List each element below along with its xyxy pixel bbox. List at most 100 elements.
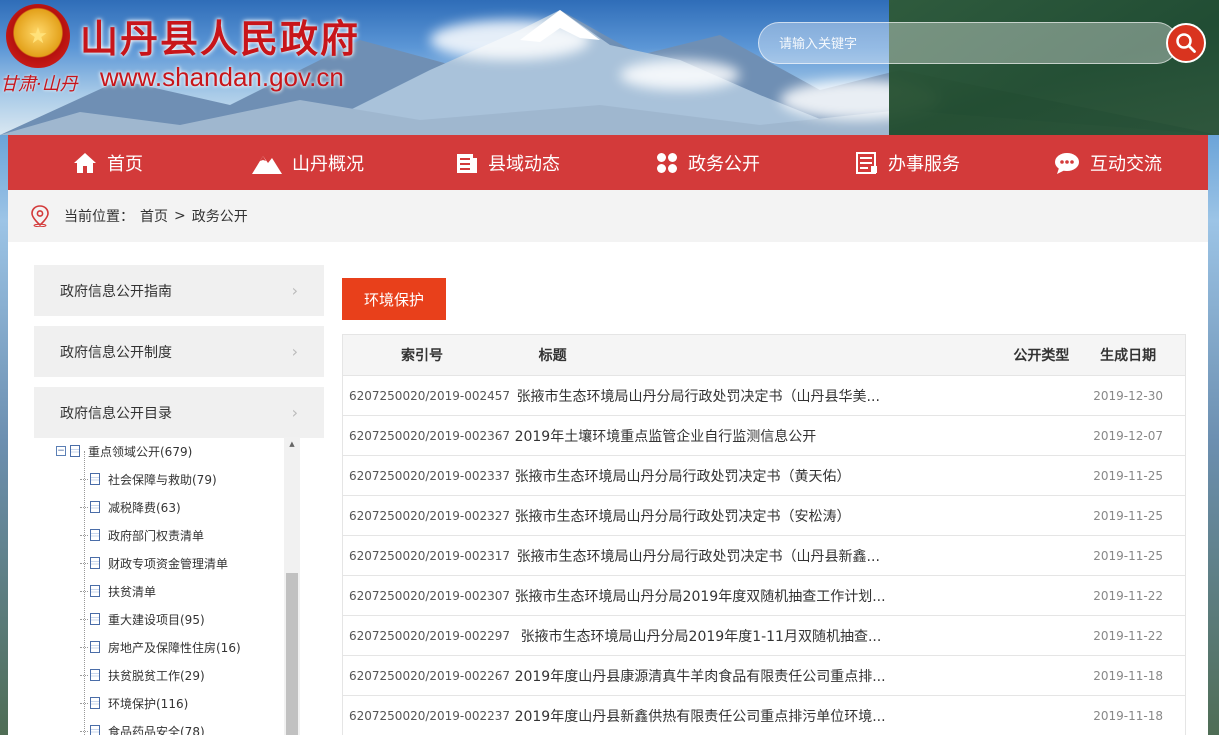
tree-node-label: 政府部门权责清单 xyxy=(108,528,205,543)
nav-county-news[interactable]: 县域动态 xyxy=(408,135,608,190)
sidebar-item-label: 政府信息公开制度 xyxy=(60,344,172,361)
row-title-link[interactable]: 张掖市生态环境局山丹分局行政处罚决定书（山丹县新鑫... xyxy=(513,546,932,566)
breadcrumb-home[interactable]: 首页 xyxy=(140,206,168,226)
sidebar-item-system[interactable]: 政府信息公开制度 › xyxy=(34,326,324,377)
tree-scrollbar[interactable]: ▲ xyxy=(284,437,300,735)
row-index: 6207250020/2019-002367 xyxy=(349,428,511,443)
site-url[interactable]: www.shandan.gov.cn xyxy=(100,62,344,93)
col-header-date: 生成日期 xyxy=(1100,348,1157,364)
row-title-link[interactable]: 2019年度山丹县康源清真牛羊肉食品有限责任公司重点排... xyxy=(513,666,932,686)
tree-node-label: 食品药品安全(78) xyxy=(108,724,205,735)
table-row[interactable]: 6207250020/2019-002297 张掖市生态环境局山丹分局2019年… xyxy=(343,615,1185,655)
location-pin-icon xyxy=(31,205,49,227)
chevron-right-icon: › xyxy=(291,342,298,361)
breadcrumb-current[interactable]: 政务公开 xyxy=(192,206,248,226)
row-title-link[interactable]: 张掖市生态环境局山丹分局2019年度1-11月双随机抽查... xyxy=(513,626,932,646)
sidebar-item-guide[interactable]: 政府信息公开指南 › xyxy=(34,265,324,316)
nav-services[interactable]: 办事服务 xyxy=(808,135,1008,190)
breadcrumb: 当前位置： 首页 > 政务公开 xyxy=(8,190,1208,242)
row-index: 6207250020/2019-002457 xyxy=(349,388,511,403)
sidebar-item-catalog[interactable]: 政府信息公开目录 › xyxy=(34,387,324,438)
nav-overview[interactable]: 山丹概况 xyxy=(208,135,408,190)
row-title-link[interactable]: 张掖市生态环境局山丹分局行政处罚决定书（山丹县华美... xyxy=(513,386,932,406)
table-row[interactable]: 6207250020/2019-002307 张掖市生态环境局山丹分局2019年… xyxy=(343,575,1185,615)
col-header-title: 标题 xyxy=(538,348,567,364)
document-table: 索引号 标题 公开类型 生成日期 6207250020/2019-002457 … xyxy=(342,334,1186,735)
tree-node[interactable]: 减税降费(63) xyxy=(34,493,300,521)
doc-icon xyxy=(90,613,100,625)
main-nav: 首页 山丹概况 县域动态 政务公开 办事服务 互动交流 xyxy=(8,135,1208,190)
row-date: 2019-11-25 xyxy=(1093,548,1164,563)
scroll-thumb[interactable] xyxy=(286,573,298,735)
tree-node-label: 扶贫脱贫工作(29) xyxy=(108,668,205,683)
home-icon xyxy=(74,152,96,173)
nav-label: 首页 xyxy=(107,153,143,175)
chevron-right-icon: › xyxy=(291,281,298,300)
table-row[interactable]: 6207250020/2019-002267 2019年度山丹县康源清真牛羊肉食… xyxy=(343,655,1185,695)
forest-backdrop xyxy=(889,0,1219,135)
doc-icon xyxy=(90,641,100,653)
col-header-index: 索引号 xyxy=(401,348,443,364)
main-container: 首页 山丹概况 县域动态 政务公开 办事服务 互动交流 当前位置： 首页 > 政… xyxy=(8,135,1208,735)
tree-guide-line xyxy=(84,451,85,735)
row-title-link[interactable]: 张掖市生态环境局山丹分局行政处罚决定书（安松涛） xyxy=(513,506,932,526)
breadcrumb-prefix: 当前位置： xyxy=(64,209,134,225)
news-icon xyxy=(457,153,477,173)
sidebar-item-label: 政府信息公开指南 xyxy=(60,283,172,300)
table-row[interactable]: 6207250020/2019-002337 张掖市生态环境局山丹分局行政处罚决… xyxy=(343,455,1185,495)
table-row[interactable]: 6207250020/2019-002237 2019年度山丹县新鑫供热有限责任… xyxy=(343,695,1185,735)
tree-node-label: 环境保护(116) xyxy=(108,696,189,711)
row-date: 2019-11-22 xyxy=(1093,588,1164,603)
row-index: 6207250020/2019-002337 xyxy=(349,468,511,483)
nav-gov-affairs[interactable]: 政务公开 xyxy=(608,135,808,190)
tree-node[interactable]: 财政专项资金管理清单 xyxy=(34,549,300,577)
tree-node[interactable]: 扶贫脱贫工作(29) xyxy=(34,661,300,689)
row-index: 6207250020/2019-002317 xyxy=(349,548,511,563)
table-row[interactable]: 6207250020/2019-002327 张掖市生态环境局山丹分局行政处罚决… xyxy=(343,495,1185,535)
row-title-link[interactable]: 2019年度山丹县新鑫供热有限责任公司重点排污单位环境... xyxy=(513,706,932,726)
row-title-link[interactable]: 2019年土壤环境重点监管企业自行监测信息公开 xyxy=(513,426,932,446)
header-banner: ★ 山丹县人民政府 甘肃·山丹 www.shandan.gov.cn xyxy=(0,0,1219,135)
site-slogan: 甘肃·山丹 xyxy=(0,74,78,95)
tree-node[interactable]: 房地产及保障性住房(16) xyxy=(34,633,300,661)
category-button[interactable]: 环境保护 xyxy=(342,278,446,320)
nav-label: 政务公开 xyxy=(688,153,760,175)
grid-icon xyxy=(657,152,677,173)
row-index: 6207250020/2019-002297 xyxy=(349,628,511,643)
table-row[interactable]: 6207250020/2019-002457 张掖市生态环境局山丹分局行政处罚决… xyxy=(343,375,1185,415)
row-date: 2019-11-25 xyxy=(1093,468,1164,483)
doc-icon xyxy=(90,669,100,681)
col-header-type: 公开类型 xyxy=(1013,348,1070,364)
tree-node[interactable]: 环境保护(116) xyxy=(34,689,300,717)
row-date: 2019-11-25 xyxy=(1093,508,1164,523)
table-row[interactable]: 6207250020/2019-002317 张掖市生态环境局山丹分局行政处罚决… xyxy=(343,535,1185,575)
tree-node[interactable]: 食品药品安全(78) xyxy=(34,717,300,735)
tree-node-label: 减税降费(63) xyxy=(108,500,181,515)
search-input[interactable] xyxy=(779,33,1159,55)
row-index: 6207250020/2019-002327 xyxy=(349,508,511,523)
row-title-link[interactable]: 张掖市生态环境局山丹分局2019年度双随机抽查工作计划... xyxy=(513,586,932,606)
row-date: 2019-12-30 xyxy=(1093,388,1164,403)
doc-icon xyxy=(90,697,100,709)
form-icon xyxy=(856,151,877,174)
tree-node[interactable]: 扶贫清单 xyxy=(34,577,300,605)
tree-node[interactable]: 重大建设项目(95) xyxy=(34,605,300,633)
tree-node-root[interactable]: − 重点领域公开(679) xyxy=(34,437,300,465)
row-date: 2019-12-07 xyxy=(1093,428,1164,443)
tree-collapse-icon[interactable]: − xyxy=(56,446,66,456)
tree-node[interactable]: 社会保障与救助(79) xyxy=(34,465,300,493)
national-emblem-icon: ★ xyxy=(6,4,70,68)
table-row[interactable]: 6207250020/2019-002367 2019年土壤环境重点监管企业自行… xyxy=(343,415,1185,455)
tree-node-label: 财政专项资金管理清单 xyxy=(108,556,229,571)
nav-interaction[interactable]: 互动交流 xyxy=(1008,135,1208,190)
search-button[interactable] xyxy=(1166,23,1206,63)
search-icon xyxy=(1176,33,1196,53)
tree-node[interactable]: 政府部门权责清单 xyxy=(34,521,300,549)
row-title-link[interactable]: 张掖市生态环境局山丹分局行政处罚决定书（黄天佑） xyxy=(513,466,932,486)
doc-icon xyxy=(90,529,100,541)
scroll-up-arrow-icon[interactable]: ▲ xyxy=(284,437,300,451)
tree-node-label: 社会保障与救助(79) xyxy=(108,472,217,487)
doc-icon xyxy=(90,501,100,513)
doc-icon xyxy=(90,557,100,569)
nav-home[interactable]: 首页 xyxy=(8,135,208,190)
